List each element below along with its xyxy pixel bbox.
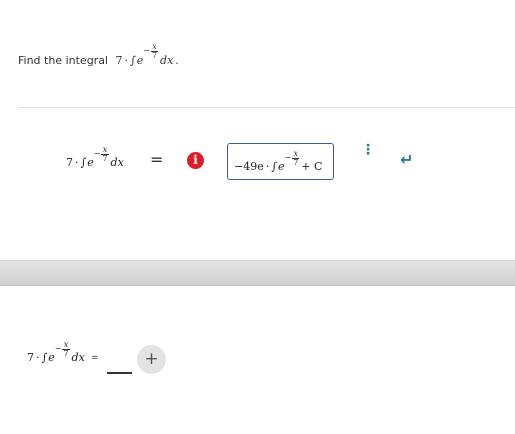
exponent-sign: − xyxy=(284,153,292,162)
coefficient: 7 xyxy=(115,54,123,67)
exponent-denominator: 7 xyxy=(63,349,69,358)
exponent-denominator: 7 xyxy=(151,51,158,60)
prompt-label: Find the integral xyxy=(18,54,108,67)
add-step-button[interactable]: + xyxy=(137,345,166,374)
dx-symbol: dx xyxy=(71,351,85,364)
dx-symbol: dx xyxy=(110,156,124,169)
exponent: − x 7 xyxy=(55,341,70,358)
exponent-sign: − xyxy=(54,344,62,353)
integral-sign: ∫ xyxy=(41,351,48,364)
exponent-denominator: 7 xyxy=(293,158,299,167)
enter-icon[interactable]: ↵ xyxy=(400,150,413,169)
multiply-dot: · xyxy=(36,351,40,364)
answer-coefficient: −49e xyxy=(234,160,264,173)
multiply-dot: · xyxy=(124,54,129,67)
exponent: − x 7 xyxy=(94,146,109,163)
exponent: − x 7 xyxy=(284,150,300,167)
integral-sign: ∫ xyxy=(271,160,277,173)
answer-input-blank[interactable] xyxy=(107,372,132,374)
multiply-dot: · xyxy=(265,160,270,173)
input-lhs-expression: 7 · ∫e− x 7 dx xyxy=(27,341,85,369)
divider xyxy=(18,107,515,108)
question-prompt: Find the integral 7 · ∫e− x 7 dx. xyxy=(18,43,179,71)
constant-of-integration: + C xyxy=(301,160,323,173)
exponent: − x 7 xyxy=(143,43,159,60)
exponent-sign: − xyxy=(143,46,150,55)
dx-symbol: dx xyxy=(160,54,174,67)
equals-sign: = xyxy=(91,353,99,363)
exponent-sign: − xyxy=(93,149,101,158)
prompt-expression: 7 · ∫e− x 7 dx. xyxy=(115,43,179,67)
coefficient: 7 xyxy=(27,351,34,364)
section-separator-band xyxy=(0,260,515,286)
multiply-dot: · xyxy=(75,156,79,169)
info-icon[interactable]: i xyxy=(187,152,204,169)
equals-sign: = xyxy=(150,150,164,169)
period: . xyxy=(175,54,179,67)
answer-expression: −49e · ∫e− x 7 + C xyxy=(234,150,323,178)
more-options-icon[interactable]: ⋮ xyxy=(361,143,375,157)
step-lhs-expression: 7 · ∫e− x 7 dx xyxy=(66,146,124,174)
integral-sign: ∫ xyxy=(130,54,136,67)
integral-sign: ∫ xyxy=(80,156,87,169)
exponent-denominator: 7 xyxy=(102,154,108,163)
coefficient: 7 xyxy=(66,156,73,169)
